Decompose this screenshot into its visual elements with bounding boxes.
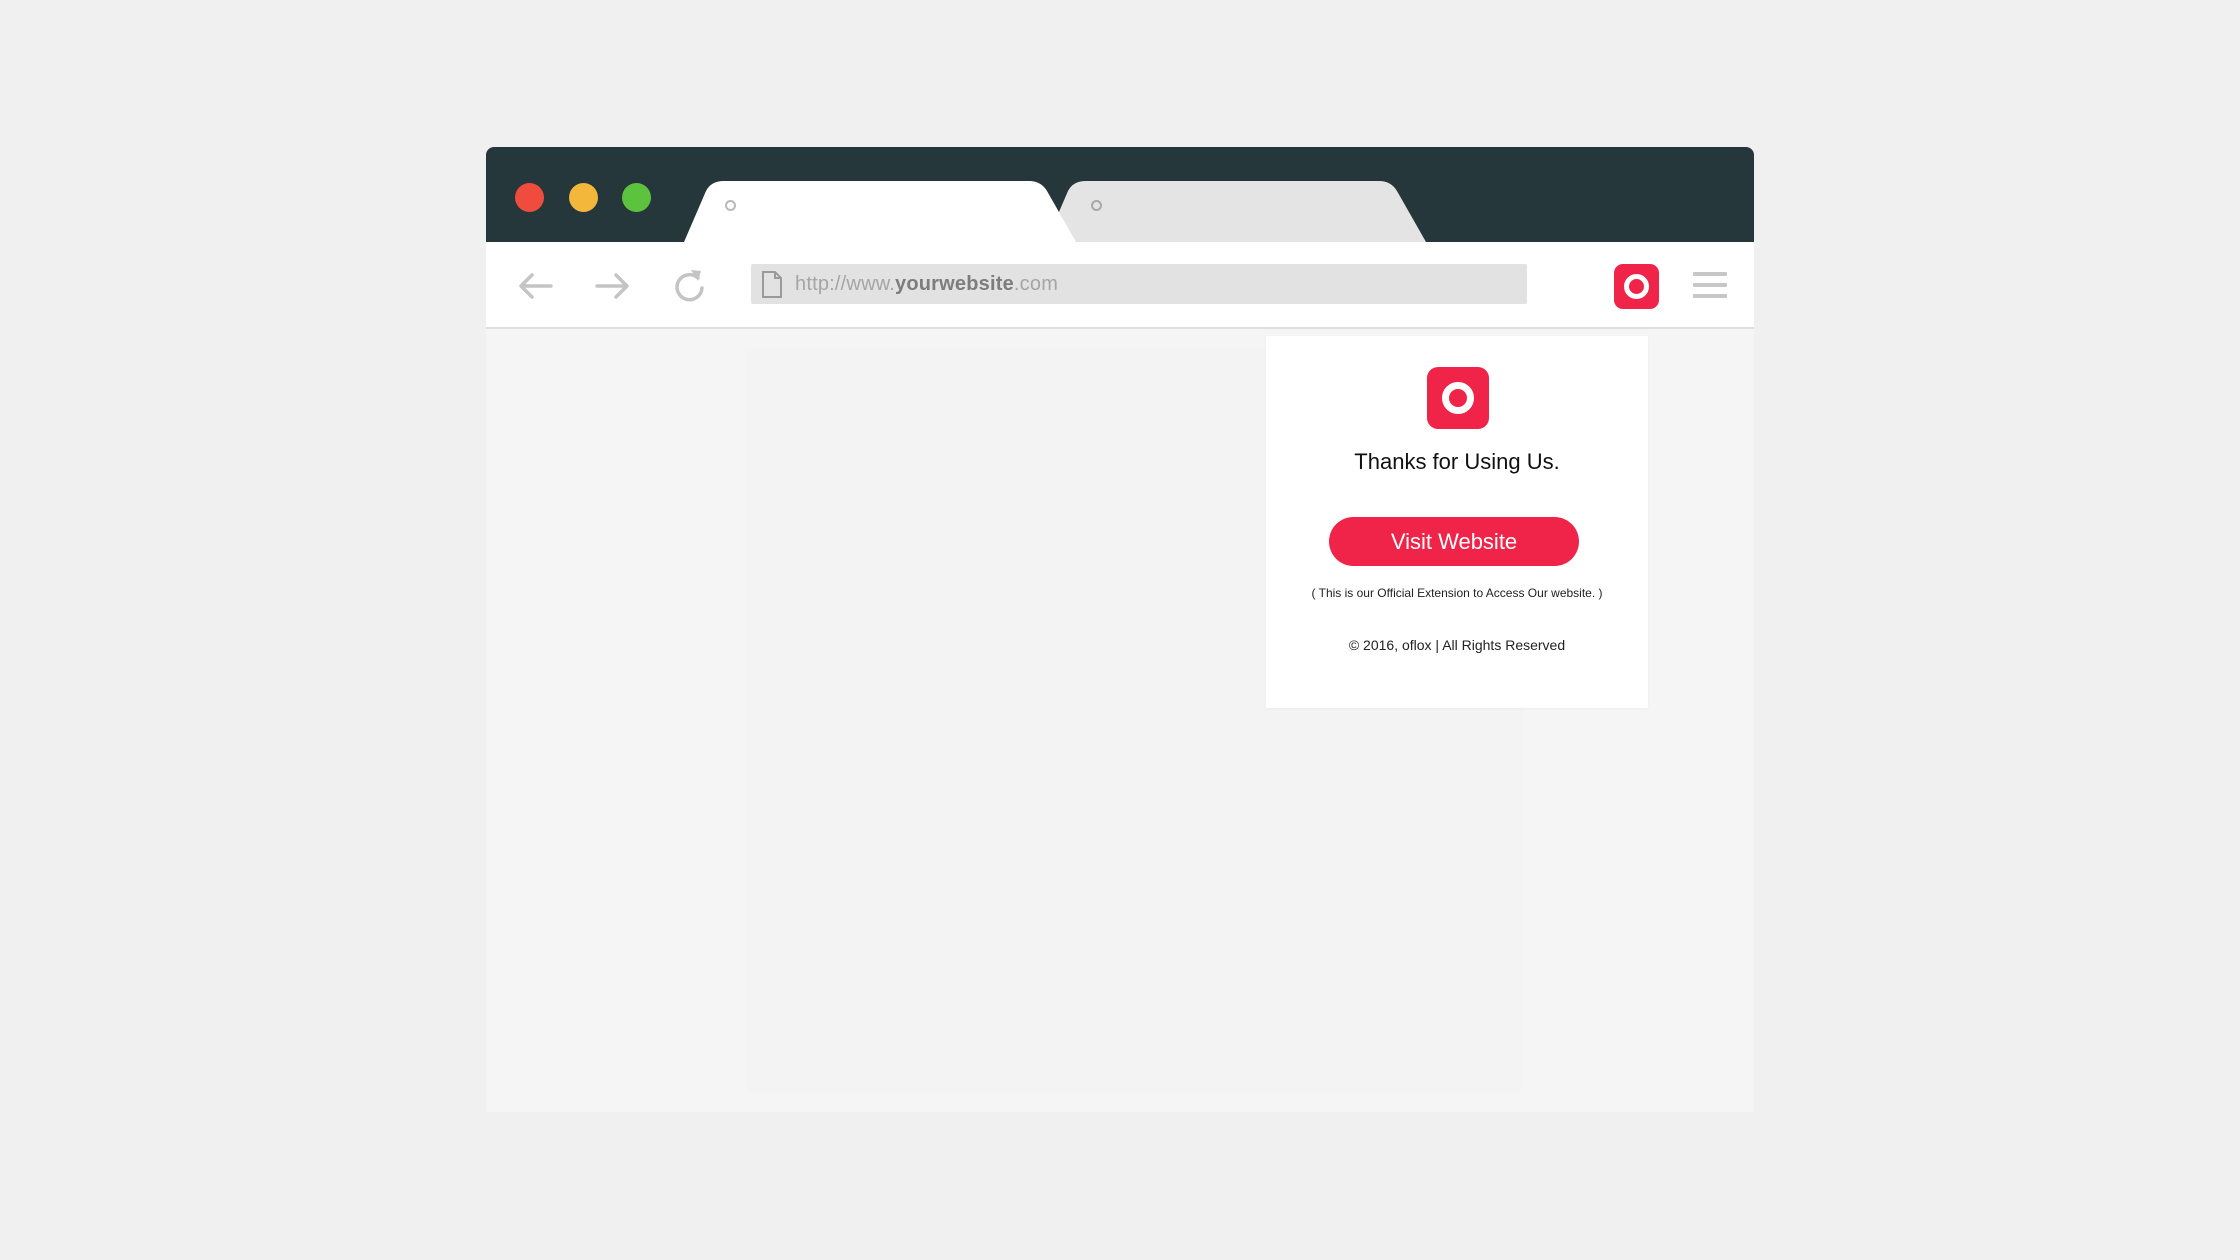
minimize-window-button[interactable] — [569, 183, 598, 212]
page-viewport: Thanks for Using Us. Visit Website ( Thi… — [486, 329, 1754, 1112]
popup-note: ( This is our Official Extension to Acce… — [1311, 586, 1603, 600]
hamburger-menu-icon[interactable] — [1693, 272, 1727, 298]
brand-ring-shape — [1442, 382, 1474, 414]
tab-favicon-icon — [1091, 200, 1102, 211]
arrow-right-icon[interactable] — [592, 266, 632, 306]
url-suffix: .com — [1013, 273, 1059, 295]
tab-shape — [1046, 181, 1426, 242]
document-icon — [761, 271, 783, 298]
url-prefix: http://www. — [795, 273, 896, 295]
tab-inactive[interactable] — [1046, 181, 1426, 242]
title-bar — [486, 147, 1754, 242]
brand-logo-icon — [1427, 367, 1489, 429]
tab-active[interactable] — [684, 181, 1076, 242]
url-text: http://www.yourwebsite.com — [795, 264, 1058, 304]
extension-logo-icon[interactable] — [1614, 264, 1659, 309]
reload-icon[interactable] — [669, 266, 709, 306]
url-domain: yourwebsite — [895, 273, 1014, 295]
arrow-left-icon[interactable] — [516, 266, 556, 306]
tab-favicon-icon — [725, 200, 736, 211]
tab-shape — [684, 181, 1076, 242]
popup-footer: © 2016, oflox | All Rights Reserved — [1348, 637, 1566, 653]
close-window-button[interactable] — [515, 183, 544, 212]
browser-window: http://www.yourwebsite.com Thanks for Us… — [486, 147, 1754, 1112]
extension-ring-shape — [1624, 274, 1649, 299]
maximize-window-button[interactable] — [622, 183, 651, 212]
browser-toolbar: http://www.yourwebsite.com — [486, 242, 1754, 329]
visit-website-button[interactable]: Visit Website — [1329, 517, 1579, 566]
popup-title: Thanks for Using Us. — [1354, 449, 1560, 474]
address-bar[interactable]: http://www.yourwebsite.com — [751, 264, 1527, 304]
extension-popup: Thanks for Using Us. Visit Website ( Thi… — [1266, 336, 1648, 708]
